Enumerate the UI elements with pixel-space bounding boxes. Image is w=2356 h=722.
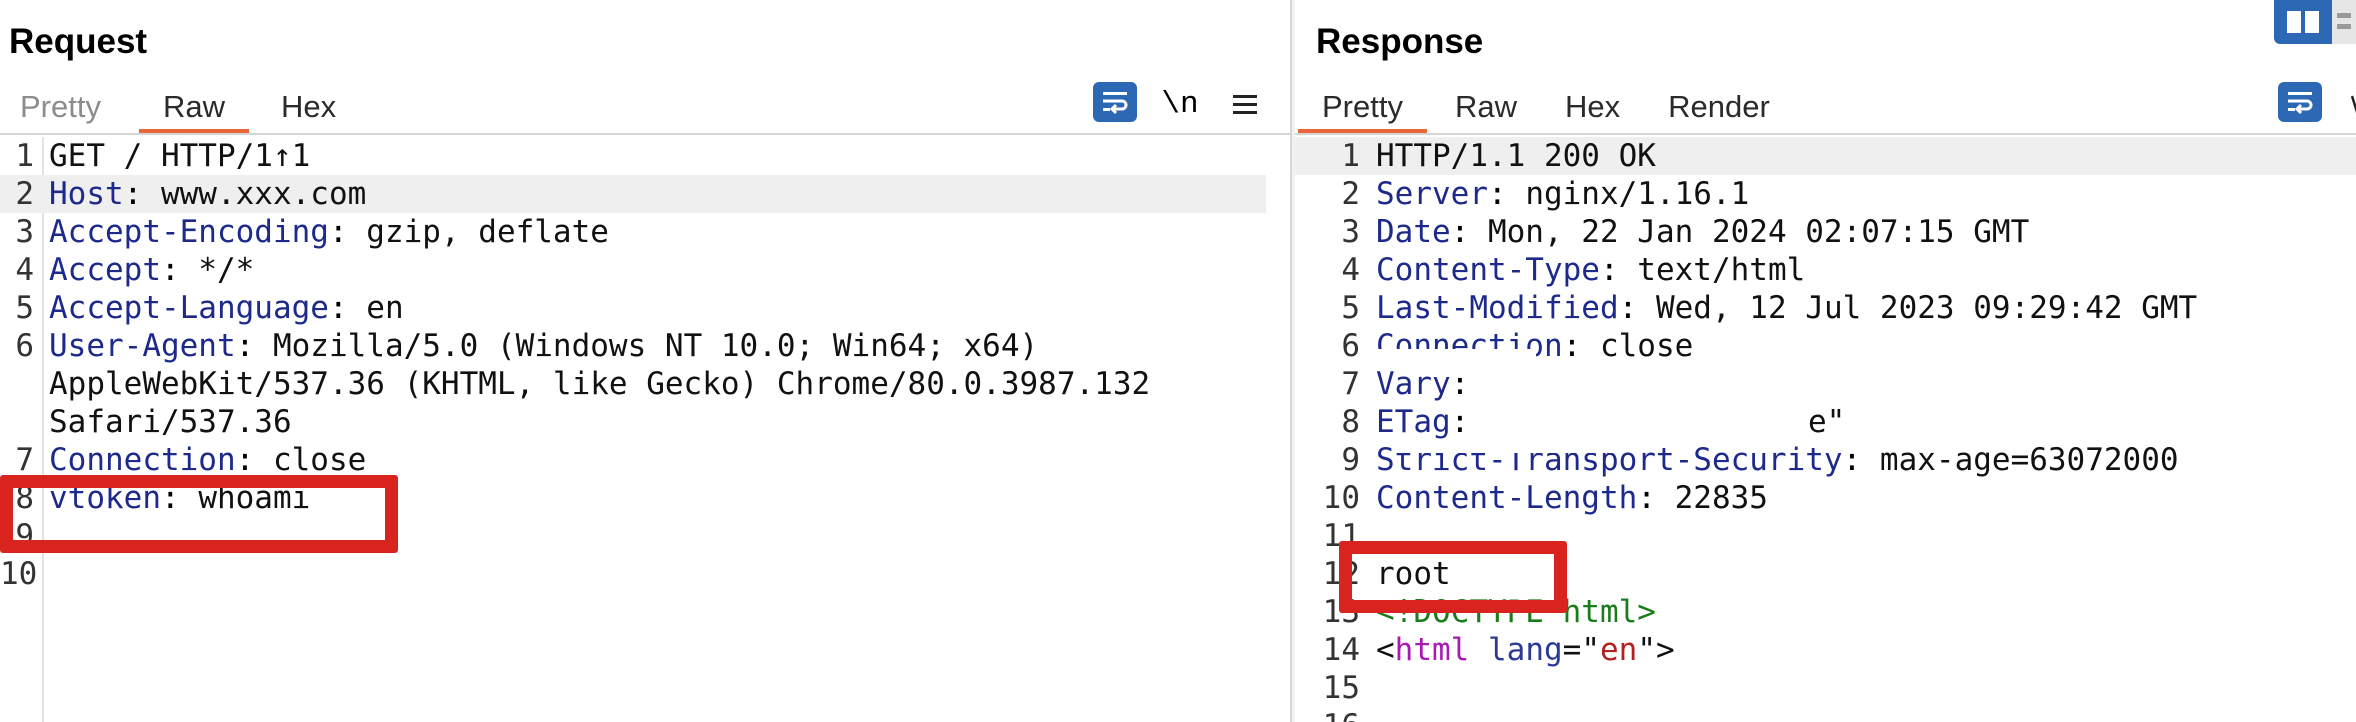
more-options-button[interactable]	[2347, 82, 2356, 126]
tab-pretty[interactable]: Pretty	[8, 82, 113, 134]
word-wrap-button[interactable]	[1093, 82, 1137, 122]
response-line: 16	[1295, 707, 2356, 722]
layout-toggle-group	[2274, 0, 2356, 44]
show-newlines-button[interactable]: \n	[1160, 82, 1200, 126]
request-tabs: Pretty Raw Hex	[8, 82, 348, 134]
request-line: 5 Accept-Language: en	[15, 290, 404, 326]
request-line-continuation: Safari/537.36	[49, 404, 292, 440]
response-line: 8 ETag: e"	[1341, 404, 1846, 440]
request-line: 1 GET / HTTP/1↑1	[15, 138, 311, 174]
request-title: Request	[9, 22, 148, 61]
response-line: 13 <!DOCTYPE html>	[1322, 594, 1656, 630]
tab-pretty[interactable]: Pretty	[1298, 82, 1427, 134]
split-horizontal-button[interactable]	[2332, 0, 2356, 44]
clip-mask	[1395, 441, 1625, 453]
request-line: 4 Accept: */*	[15, 252, 255, 288]
tab-raw[interactable]: Raw	[1443, 82, 1529, 134]
word-wrap-icon	[1103, 92, 1128, 115]
response-line: 10 Content-Length: 22835	[1322, 480, 1768, 516]
hamburger-menu-icon	[1233, 95, 1257, 114]
request-editor[interactable]: 1 GET / HTTP/1↑1 2 Host: www.xxx.com 3 A…	[0, 137, 1290, 722]
tab-hex[interactable]: Hex	[1553, 82, 1632, 134]
response-line: 3 Date: Mon, 22 Jan 2024 02:07:15 GMT	[1341, 214, 2030, 250]
request-line: 9	[15, 518, 34, 554]
response-line: 7 Vary:	[1341, 366, 1470, 402]
response-line: 11	[1322, 518, 1360, 554]
response-tab-divider	[1295, 133, 2356, 135]
response-line: 14 <html lang="en">	[1322, 632, 1675, 668]
split-vertical-icon	[2287, 11, 2319, 33]
response-line: 2 Server: nginx/1.16.1	[1341, 176, 1750, 212]
request-tab-divider	[0, 133, 1290, 135]
request-line: 6 User-Agent: Mozilla/5.0 (Windows NT 10…	[15, 328, 1039, 364]
response-panel: Response Pretty Raw Hex Render 1 HTTP/1.…	[1295, 0, 2356, 722]
response-editor[interactable]: 1 HTTP/1.1 200 OK 2 Server: nginx/1.16.1…	[1295, 137, 2356, 722]
response-tabs: Pretty Raw Hex Render	[1298, 82, 1782, 134]
word-wrap-icon	[2288, 92, 2313, 115]
response-line: 15	[1322, 670, 1360, 706]
tab-render[interactable]: Render	[1656, 82, 1782, 134]
request-line: 3 Accept-Encoding: gzip, deflate	[15, 214, 609, 250]
request-line-continuation: AppleWebKit/537.36 (KHTML, like Gecko) C…	[49, 366, 1151, 402]
tab-raw[interactable]: Raw	[138, 82, 249, 134]
request-line: 8 vtoken: whoami	[15, 480, 311, 516]
word-wrap-button[interactable]	[2278, 82, 2322, 122]
response-line: 12 root	[1322, 556, 1451, 592]
response-line: 4 Content-Type: text/html	[1341, 252, 1806, 288]
chevron-down-icon	[2351, 95, 2356, 113]
split-vertical-button[interactable]	[2274, 0, 2332, 44]
request-line: 2 Host: www.xxx.com	[0, 175, 1266, 213]
response-title: Response	[1316, 22, 1484, 61]
tab-hex[interactable]: Hex	[269, 82, 348, 134]
menu-button[interactable]	[1225, 82, 1265, 126]
request-line: 10	[0, 556, 38, 592]
clip-mask	[1376, 349, 1536, 365]
split-horizontal-icon	[2337, 13, 2351, 29]
clip-mask	[1355, 517, 1405, 537]
request-line: 7 Connection: close	[15, 442, 367, 478]
response-line: 1 HTTP/1.1 200 OK	[1295, 137, 2356, 175]
request-panel: Request Pretty Raw Hex \n 1 GET / HTTP/1…	[0, 0, 1290, 722]
response-line: 5 Last-Modified: Wed, 12 Jul 2023 09:29:…	[1341, 290, 2198, 326]
